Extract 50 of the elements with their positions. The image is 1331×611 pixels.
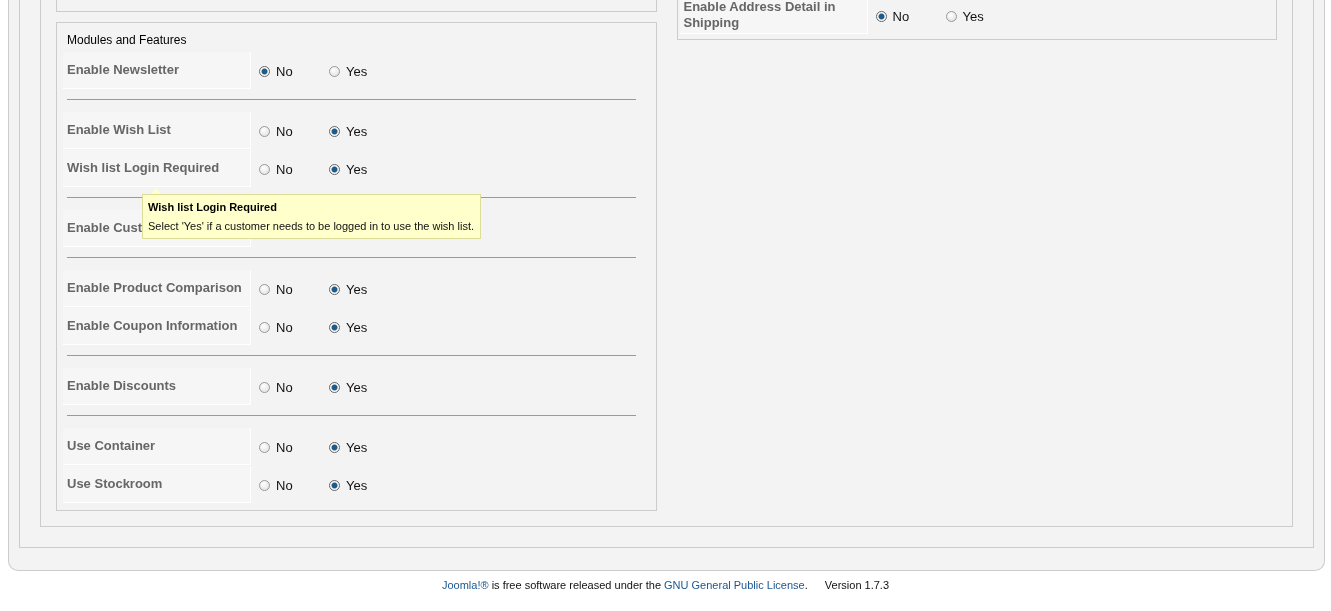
radio-option[interactable]: No [259,123,329,139]
field-label: Enable Address Detail in Shipping [679,0,868,34]
footer-text: Joomla!® is free software released under the GNU General Public License. [441,579,808,591]
radio-button[interactable] [259,283,270,295]
radio-option[interactable]: Yes [329,379,399,395]
radio-button[interactable] [945,10,957,22]
license-link[interactable]: GNU General Public License [664,579,805,591]
radio-button[interactable] [329,65,340,77]
radio-option[interactable]: No [259,63,329,79]
radio-option[interactable]: Yes [329,161,399,177]
radio-button[interactable] [329,321,340,333]
radio-button[interactable] [329,125,340,137]
radio-option[interactable]: No [259,477,329,493]
radio-option[interactable]: Yes [945,8,1016,24]
panel-legend: Modules and Features [63,33,646,52]
brand-link[interactable]: Joomla!® [441,579,489,591]
radio-button[interactable] [875,10,887,22]
field-label: Enable Coupon Information [63,308,251,345]
field-label: Enable Newsletter [63,52,251,89]
radio-option[interactable]: Yes [329,281,399,297]
field-label: Enable Product Comparison [63,270,251,307]
radio-button[interactable] [259,381,270,393]
radio-button[interactable] [259,65,270,77]
field-label: Wish list Login Required [63,150,251,187]
field-label: Use Stockroom [63,466,251,503]
radio-button[interactable] [329,479,340,491]
field-label: Enable Discounts [63,368,251,405]
field-label: Enable Wish List [63,112,251,149]
version-text: Version 1.7.3 [824,579,890,591]
radio-option[interactable]: No [259,379,329,395]
radio-button[interactable] [259,163,270,175]
radio-option[interactable]: No [259,281,329,297]
radio-option[interactable]: Yes [329,123,399,139]
radio-option[interactable]: No [259,439,329,455]
radio-button[interactable] [329,441,340,453]
radio-button[interactable] [259,321,270,333]
radio-button[interactable] [329,163,340,175]
radio-option[interactable]: No [259,319,329,335]
radio-option[interactable]: No [875,8,946,24]
radio-option[interactable]: No [259,161,329,177]
radio-option[interactable]: Yes [329,477,399,493]
radio-option[interactable]: Yes [329,319,399,335]
radio-button[interactable] [329,283,340,295]
radio-button[interactable] [259,441,270,453]
radio-option[interactable]: Yes [329,63,399,79]
radio-button[interactable] [329,381,340,393]
radio-option[interactable]: Yes [329,439,399,455]
field-label: Use Container [63,428,251,465]
radio-button[interactable] [259,479,270,491]
radio-button[interactable] [259,125,270,137]
